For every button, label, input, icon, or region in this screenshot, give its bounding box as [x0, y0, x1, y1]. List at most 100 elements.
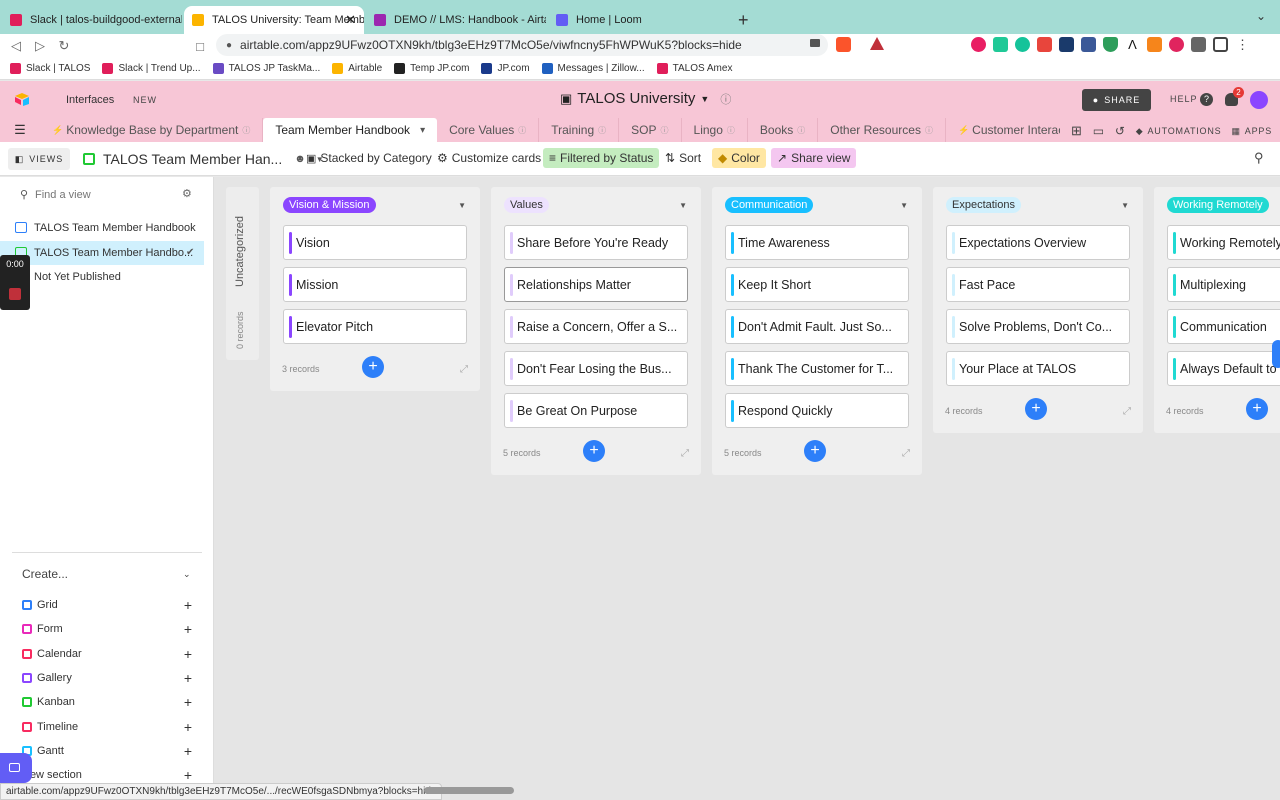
column-header[interactable]: Vision & Mission ▼	[270, 187, 480, 223]
bookmark-icon[interactable]: □	[188, 39, 212, 54]
bookmark-item[interactable]: Slack | TALOS	[10, 63, 90, 74]
expand-icon[interactable]: ⤢	[681, 448, 689, 459]
menu-icon[interactable]: ⋮	[1235, 37, 1250, 52]
search-icon[interactable]: ⚲	[1254, 150, 1264, 166]
sort-button[interactable]: ⇅ Sort	[665, 151, 701, 165]
new-tab-icon[interactable]: +	[738, 6, 758, 34]
chevron-down-icon[interactable]: ▾	[420, 125, 425, 136]
chevron-down-icon[interactable]: ▼	[900, 201, 908, 210]
right-edge-handle[interactable]	[1272, 340, 1280, 368]
extension-icon-5[interactable]	[1081, 37, 1096, 52]
info-icon[interactable]: ⓘ	[727, 125, 735, 136]
browser-tab[interactable]: Slack | talos-buildgood-external | T	[2, 6, 182, 34]
expand-icon[interactable]: ⤢	[902, 448, 910, 459]
chevron-down-icon[interactable]: ▼	[1121, 201, 1129, 210]
extension-icon-1[interactable]	[971, 37, 986, 52]
add-record-button[interactable]: +	[1246, 398, 1268, 420]
bookmark-item[interactable]: TALOS Amex	[656, 63, 732, 74]
rewards-icon[interactable]	[870, 37, 884, 50]
camera-icon[interactable]	[810, 39, 820, 47]
table-tab[interactable]: ⚡Customer Interactio	[946, 118, 1060, 142]
plus-icon[interactable]: +	[184, 743, 192, 759]
back-icon[interactable]: ◁	[4, 38, 28, 54]
plus-icon[interactable]: +	[184, 694, 192, 710]
filter-button[interactable]: ≡ Filtered by Status	[543, 148, 660, 168]
puzzle-icon[interactable]	[1191, 37, 1206, 52]
info-icon[interactable]: ⓘ	[518, 125, 526, 136]
wallet-icon[interactable]	[1213, 37, 1228, 52]
expand-icon[interactable]: ⤢	[460, 364, 468, 375]
kanban-card[interactable]: Multiplexing	[1167, 267, 1280, 302]
chevron-down-icon[interactable]: ⌄	[183, 569, 191, 580]
kanban-card[interactable]: Respond Quickly	[725, 393, 909, 428]
kanban-card[interactable]: Time Awareness	[725, 225, 909, 260]
kanban-card[interactable]: Don't Fear Losing the Bus...	[504, 351, 688, 386]
gear-icon[interactable]: ⚙	[182, 187, 192, 200]
table-tab[interactable]: SOP ⓘ	[619, 118, 682, 142]
create-grid-item[interactable]: Grid +	[22, 595, 192, 615]
column-header[interactable]: Expectations ▼	[933, 187, 1143, 223]
kanban-card[interactable]: Elevator Pitch	[283, 309, 467, 344]
kanban-card[interactable]: Solve Problems, Don't Co...	[946, 309, 1130, 344]
trash-icon[interactable]: ▭	[1093, 124, 1105, 138]
table-tab[interactable]: Other Resources ⓘ	[818, 118, 946, 142]
help-link[interactable]: HELP	[1170, 94, 1198, 104]
table-tab[interactable]: Books ⓘ	[748, 118, 819, 142]
plus-icon[interactable]: +	[184, 719, 192, 735]
stop-recording-button[interactable]	[9, 288, 21, 300]
close-icon[interactable]: ✕	[345, 12, 356, 28]
bookmark-item[interactable]: Airtable	[332, 63, 382, 74]
extension-icon-4[interactable]	[1059, 37, 1074, 52]
plus-icon[interactable]: +	[184, 670, 192, 686]
kanban-card[interactable]: Your Place at TALOS	[946, 351, 1130, 386]
airtable-logo-icon[interactable]	[14, 92, 30, 106]
chevron-down-icon[interactable]: ⌄	[1256, 9, 1266, 23]
kanban-card[interactable]: Vision	[283, 225, 467, 260]
kanban-card[interactable]: Working Remotely	[1167, 225, 1280, 260]
brave-shield-icon[interactable]	[836, 37, 851, 52]
create-kanban-item[interactable]: Kanban +	[22, 692, 192, 712]
add-table-icon[interactable]: ⊞	[1071, 123, 1083, 139]
add-record-button[interactable]: +	[362, 356, 384, 378]
kanban-card[interactable]: Keep It Short	[725, 267, 909, 302]
create-calendar-item[interactable]: Calendar +	[22, 644, 192, 664]
metamask-icon[interactable]	[1147, 37, 1162, 52]
chevron-down-icon[interactable]: ▼	[458, 201, 466, 210]
browser-tab[interactable]: DEMO // LMS: Handbook - Airtable	[366, 6, 546, 34]
column-header[interactable]: Values ▼	[491, 187, 701, 223]
hamburger-icon[interactable]: ☰	[0, 118, 40, 142]
view-list-item[interactable]: Not Yet Published	[0, 265, 204, 289]
kanban-card[interactable]: Share Before You're Ready	[504, 225, 688, 260]
apps-button[interactable]: ▦ APPS	[1231, 126, 1272, 137]
extension-icon-3[interactable]	[1037, 37, 1052, 52]
plus-icon[interactable]: +	[184, 597, 192, 613]
interfaces-link[interactable]: Interfaces	[66, 94, 114, 106]
history-icon[interactable]: ↺	[1115, 124, 1126, 138]
share-view-button[interactable]: ↗ Share view	[771, 148, 857, 168]
horizontal-scrollbar[interactable]	[424, 787, 514, 794]
info-icon[interactable]: ⓘ	[661, 125, 669, 136]
kanban-card[interactable]: Communication	[1167, 309, 1280, 344]
table-tab[interactable]: Core Values ⓘ	[437, 118, 540, 142]
customize-cards-button[interactable]: ⚙ Customize cards	[437, 151, 541, 165]
info-icon[interactable]: ⓘ	[720, 91, 731, 107]
expand-icon[interactable]: ⤢	[1123, 406, 1131, 417]
create-gantt-item[interactable]: Gantt +	[22, 741, 192, 761]
kanban-card[interactable]: Be Great On Purpose	[504, 393, 688, 428]
shield-icon[interactable]	[1103, 37, 1118, 52]
browser-tab[interactable]: TALOS University: Team Membe ✕	[184, 6, 364, 34]
plus-icon[interactable]: +	[184, 646, 192, 662]
grammarly-icon[interactable]	[1015, 37, 1030, 52]
create-section-title[interactable]: Create...	[22, 567, 68, 581]
column-header[interactable]: Communication ▼	[712, 187, 922, 223]
kanban-card[interactable]: Mission	[283, 267, 467, 302]
kanban-card[interactable]: Always Default to	[1167, 351, 1280, 386]
browser-tab[interactable]: Home | Loom	[548, 6, 728, 34]
kanban-card[interactable]: Fast Pace	[946, 267, 1130, 302]
avatar[interactable]	[1250, 91, 1268, 109]
info-icon[interactable]: ⓘ	[242, 125, 250, 136]
info-icon[interactable]: ⓘ	[797, 125, 805, 136]
bookmark-item[interactable]: Temp JP.com	[394, 63, 469, 74]
create-form-item[interactable]: Form +	[22, 619, 192, 639]
table-tab[interactable]: Team Member Handbook ▾	[263, 118, 438, 142]
